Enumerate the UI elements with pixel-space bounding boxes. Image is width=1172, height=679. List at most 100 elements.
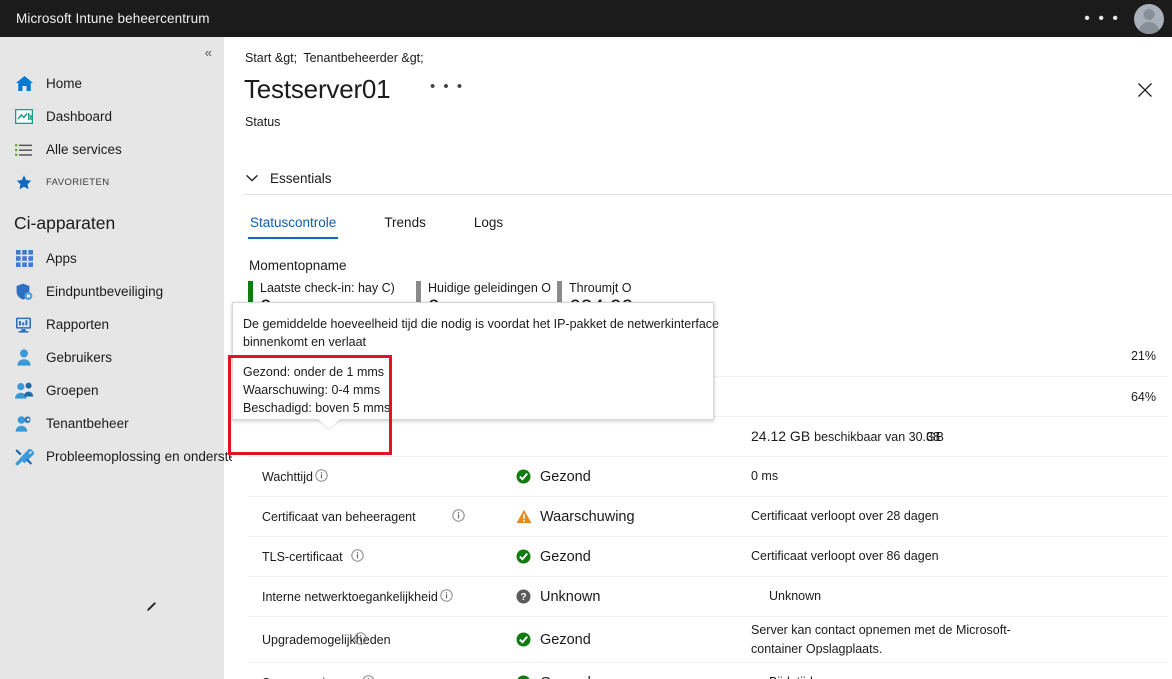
row-name-agent-certificate: Certificaat van beheeragent <box>248 508 516 525</box>
table-row[interactable]: Certificaat van beheeragent Waarschuwing… <box>248 497 1168 537</box>
row-name: TLS-certificaat <box>262 549 343 564</box>
topbar-actions: • • • <box>1074 0 1172 37</box>
tab-statuscontrole[interactable]: Statuscontrole <box>248 215 339 239</box>
resize-pencil-icon[interactable] <box>145 600 157 612</box>
tooltip-threshold-warning: Waarschuwing: 0-4 mms <box>243 383 381 397</box>
warning-triangle-icon <box>516 509 532 524</box>
breadcrumb: Start &gt; Tenantbeheerder &gt; <box>245 51 427 65</box>
row-name: Interne netwerktoegankelijkheid <box>262 589 438 604</box>
reports-monitor-icon <box>14 316 34 334</box>
sidebar-section-title: Ci-apparaten <box>14 213 116 233</box>
latency-tooltip: De gemiddelde hoeveelheid tijd die nodig… <box>232 302 719 429</box>
row-status: Unknown <box>540 588 601 605</box>
sidebar-item-dashboard[interactable]: Dashboard <box>0 100 224 133</box>
sidebar-item-troubleshooting-support[interactable]: Probleemoplossing en ondersteuning <box>0 440 269 473</box>
table-row[interactable]: Interne netwerktoegankelijkheid ? Unknow… <box>248 577 1168 617</box>
tab-logs[interactable]: Logs <box>472 215 505 239</box>
essentials-toggle[interactable]: Essentials <box>244 170 332 186</box>
sidebar-item-reports[interactable]: Rapporten <box>0 308 224 341</box>
close-icon[interactable] <box>1134 79 1156 101</box>
info-icon[interactable] <box>315 468 328 485</box>
sidebar-item-label: Tenantbeheer <box>46 416 129 431</box>
unknown-question-icon: ? <box>516 589 531 604</box>
info-icon[interactable] <box>362 674 375 679</box>
tooltip-thresholds: Gezond: onder de 1 mms Waarschuwing: 0-4… <box>243 363 390 417</box>
healthy-check-icon <box>516 469 531 484</box>
info-icon[interactable] <box>451 508 465 525</box>
dashboard-icon <box>14 108 34 126</box>
sidebar: « Home Dashboard Alle services FAVORIETE… <box>0 37 269 679</box>
sidebar-item-users[interactable]: Gebruikers <box>0 341 224 374</box>
table-row[interactable]: Serverversie Gezond Bijdetijds <box>248 663 1168 679</box>
row-status-upgrade-options: Gezond <box>516 632 751 648</box>
row-name: Wachttijd <box>262 469 313 484</box>
sidebar-item-groups[interactable]: Groepen <box>0 374 224 407</box>
all-services-icon <box>14 141 34 159</box>
snapshot-heading: Momentopname <box>249 258 347 273</box>
row-detail: Certificaat verloopt over 28 dagen <box>751 509 939 523</box>
row-status: Gezond <box>540 548 591 565</box>
row-status-internal-network: ? Unknown <box>516 589 751 605</box>
page-title: Testserver01 <box>244 74 391 104</box>
row-status: Waarschuwing <box>540 508 635 525</box>
info-icon[interactable] <box>350 548 364 565</box>
sidebar-item-home[interactable]: Home <box>0 67 224 100</box>
row-name-tls-certificate: TLS-certificaat <box>248 548 516 565</box>
sidebar-item-tenant-administration[interactable]: Tenantbeheer <box>0 407 224 440</box>
app-title: Microsoft Intune beheercentrum <box>16 11 210 26</box>
tooltip-description: De gemiddelde hoeveelheid tijd die nodig… <box>243 317 719 349</box>
breadcrumb-item-start[interactable]: Start &gt; <box>245 51 297 65</box>
sidebar-item-label: Dashboard <box>46 109 113 124</box>
apps-grid-icon <box>14 250 34 268</box>
row-name-server-version: Serverversie <box>248 674 516 679</box>
home-icon <box>14 75 34 93</box>
info-icon[interactable] <box>354 631 367 648</box>
sidebar-item-all-services[interactable]: Alle services <box>0 133 224 166</box>
row-detail: 24.12 GB beschikbaar van 30.38GB <box>751 427 1098 447</box>
metric-label: Throumjt O <box>569 281 632 295</box>
essentials-divider <box>244 194 1172 195</box>
table-row[interactable]: Upgrademogelijkheden Gezond Server kan c… <box>248 617 1168 663</box>
sidebar-item-favorites[interactable]: FAVORIETEN <box>0 166 224 199</box>
tab-trends[interactable]: Trends <box>382 215 428 239</box>
row-status: Gezond <box>540 675 591 679</box>
shield-icon <box>14 283 34 301</box>
table-row[interactable]: Wachttijd Gezond 0 ms <box>248 457 1168 497</box>
breadcrumb-item-tenant-admin[interactable]: Tenantbeheerder &gt; <box>303 51 423 65</box>
table-row[interactable]: 24.12 GB beschikbaar van 30.38GB <box>248 417 1168 457</box>
storage-unit: GB <box>925 429 944 444</box>
row-name: Serverversie <box>262 676 332 679</box>
sidebar-item-endpoint-security[interactable]: Eindpuntbeveiliging <box>0 275 224 308</box>
info-icon[interactable] <box>440 588 453 605</box>
sidebar-item-apps[interactable]: Apps <box>0 242 224 275</box>
app-root: Microsoft Intune beheercentrum • • • « H… <box>0 0 1172 679</box>
row-percentage: 64% <box>1130 389 1156 404</box>
sidebar-item-label: FAVORIETEN <box>46 177 110 188</box>
tooltip-threshold-healthy: Gezond: onder de 1 mms <box>243 365 385 379</box>
essentials-label: Essentials <box>270 170 332 186</box>
account-avatar-icon[interactable] <box>1134 3 1164 34</box>
row-name: Upgrademogelijkheden <box>262 632 391 647</box>
tooltip-arrow <box>318 419 340 429</box>
row-percentage: 21% <box>1130 348 1156 363</box>
storage-available-label: beschikbaar van 30.38 <box>814 429 940 444</box>
row-name-internal-network: Interne netwerktoegankelijkheid <box>248 588 516 605</box>
users-group-icon <box>14 382 34 400</box>
healthy-check-icon <box>516 632 531 647</box>
collapse-sidebar-button[interactable]: « <box>199 43 218 62</box>
tooltip-threshold-damaged: Beschadigd: boven 5 mms <box>243 401 391 415</box>
row-name: Certificaat van beheeragent <box>262 509 416 524</box>
page-more-options-icon[interactable]: • • • <box>430 79 464 94</box>
row-detail: 0 ms <box>751 469 779 483</box>
sidebar-item-label: Groepen <box>46 383 99 398</box>
row-status: Gezond <box>540 468 591 485</box>
row-status: Gezond <box>540 631 591 648</box>
more-options-icon[interactable]: • • • <box>1074 10 1130 26</box>
sidebar-item-label: Apps <box>46 251 77 266</box>
row-status-server-version: Gezond <box>516 675 751 679</box>
table-row[interactable]: TLS-certificaat Gezond Certificaat verlo… <box>248 537 1168 577</box>
row-status-agent-certificate: Waarschuwing <box>516 509 751 525</box>
tab-bar: Statuscontrole Trends Logs <box>248 215 549 239</box>
storage-available-value: 24.12 GB <box>751 427 811 444</box>
sidebar-item-label: Gebruikers <box>46 350 113 365</box>
